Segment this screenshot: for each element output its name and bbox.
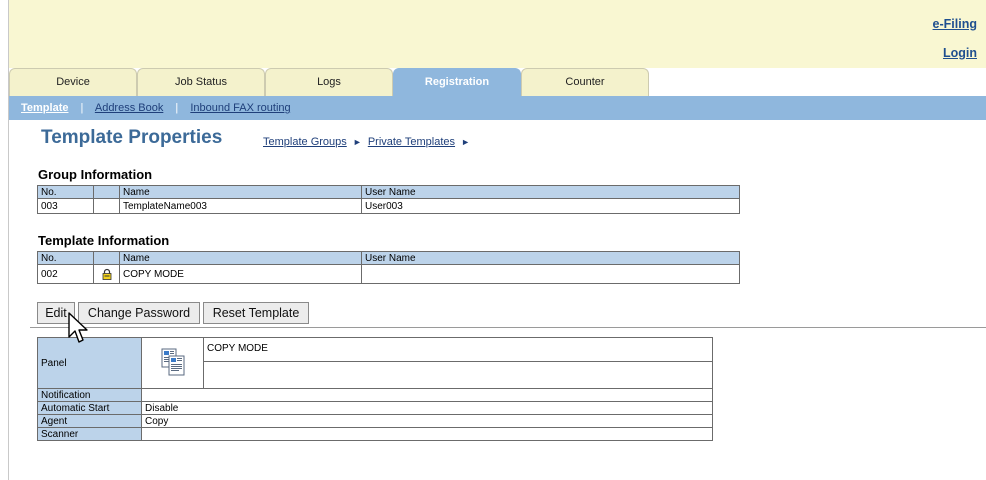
breadcrumb-template-groups[interactable]: Template Groups bbox=[263, 136, 347, 148]
table-row: 003 TemplateName003 User003 bbox=[37, 198, 740, 214]
header-name: Name bbox=[119, 185, 362, 199]
copy-mode-icon bbox=[160, 348, 186, 380]
lock-icon bbox=[101, 268, 113, 280]
group-information-table: No. Name User Name 003 TemplateName003 U… bbox=[37, 185, 740, 214]
subnav-inbound-fax-routing[interactable]: Inbound FAX routing bbox=[190, 102, 290, 114]
group-icon-cell bbox=[93, 198, 120, 214]
reset-template-button[interactable]: Reset Template bbox=[203, 302, 309, 324]
tab-job-status[interactable]: Job Status bbox=[137, 68, 265, 96]
subnav-template[interactable]: Template bbox=[21, 102, 68, 114]
sub-navigation: Template | Address Book | Inbound FAX ro… bbox=[9, 96, 986, 120]
scanner-label: Scanner bbox=[37, 427, 142, 441]
tab-counter[interactable]: Counter bbox=[521, 68, 649, 96]
lock-cell bbox=[93, 264, 120, 284]
page-title: Template Properties bbox=[41, 127, 223, 148]
subnav-separator: | bbox=[175, 102, 179, 114]
notification-label: Notification bbox=[37, 388, 142, 402]
agent-label: Agent bbox=[37, 414, 142, 428]
automatic-start-value: Disable bbox=[141, 401, 713, 415]
header-user-name: User Name bbox=[361, 185, 740, 199]
panel-description bbox=[203, 361, 713, 389]
breadcrumb: Template Groups ► Private Templates ► bbox=[263, 136, 473, 148]
panel-name: COPY MODE bbox=[203, 337, 713, 362]
tab-registration[interactable]: Registration bbox=[393, 68, 521, 96]
mouse-pointer-icon bbox=[68, 312, 88, 343]
notification-value bbox=[141, 388, 713, 402]
panel-icon-cell bbox=[141, 337, 204, 389]
group-user-name: User003 bbox=[361, 198, 740, 214]
header-no: No. bbox=[37, 185, 94, 199]
header-icon bbox=[93, 185, 120, 199]
tab-device[interactable]: Device bbox=[9, 68, 137, 96]
change-password-button[interactable]: Change Password bbox=[78, 302, 200, 324]
agent-value: Copy bbox=[141, 414, 713, 428]
group-information-title: Group Information bbox=[38, 167, 153, 182]
template-name: COPY MODE bbox=[119, 264, 362, 284]
agent-row: Agent Copy bbox=[37, 414, 713, 428]
group-no: 003 bbox=[37, 198, 94, 214]
header-user-name: User Name bbox=[361, 251, 740, 265]
notification-row: Notification bbox=[37, 388, 713, 402]
table-row: 002 COPY MODE bbox=[37, 264, 740, 284]
panel-label: Panel bbox=[37, 337, 142, 389]
header-name: Name bbox=[119, 251, 362, 265]
subnav-address-book[interactable]: Address Book bbox=[95, 102, 163, 114]
breadcrumb-private-templates[interactable]: Private Templates bbox=[368, 136, 455, 148]
scanner-value bbox=[141, 427, 713, 441]
header-no: No. bbox=[37, 251, 94, 265]
table-header-row: No. Name User Name bbox=[37, 251, 740, 265]
header-band bbox=[9, 0, 986, 68]
template-no: 002 bbox=[37, 264, 94, 284]
subnav-separator: | bbox=[80, 102, 84, 114]
breadcrumb-arrow-icon: ► bbox=[352, 137, 362, 147]
table-header-row: No. Name User Name bbox=[37, 185, 740, 199]
template-information-table: No. Name User Name 002 COPY MODE bbox=[37, 251, 740, 284]
template-properties-table: Panel COPY MODE Notification Automatic S… bbox=[37, 337, 713, 441]
scanner-row: Scanner bbox=[37, 427, 713, 441]
efiling-link[interactable]: e-Filing bbox=[933, 17, 977, 31]
automatic-start-label: Automatic Start bbox=[37, 401, 142, 415]
section-divider bbox=[30, 327, 986, 328]
login-link[interactable]: Login bbox=[943, 46, 977, 60]
panel-row-top: Panel COPY MODE bbox=[37, 337, 713, 389]
tab-logs[interactable]: Logs bbox=[265, 68, 393, 96]
breadcrumb-arrow-icon: ► bbox=[461, 137, 471, 147]
template-information-title: Template Information bbox=[38, 233, 170, 248]
template-user-name bbox=[361, 264, 740, 284]
automatic-start-row: Automatic Start Disable bbox=[37, 401, 713, 415]
main-tabs: Device Job Status Logs Registration Coun… bbox=[9, 68, 986, 96]
group-name: TemplateName003 bbox=[119, 198, 362, 214]
header-icon bbox=[93, 251, 120, 265]
